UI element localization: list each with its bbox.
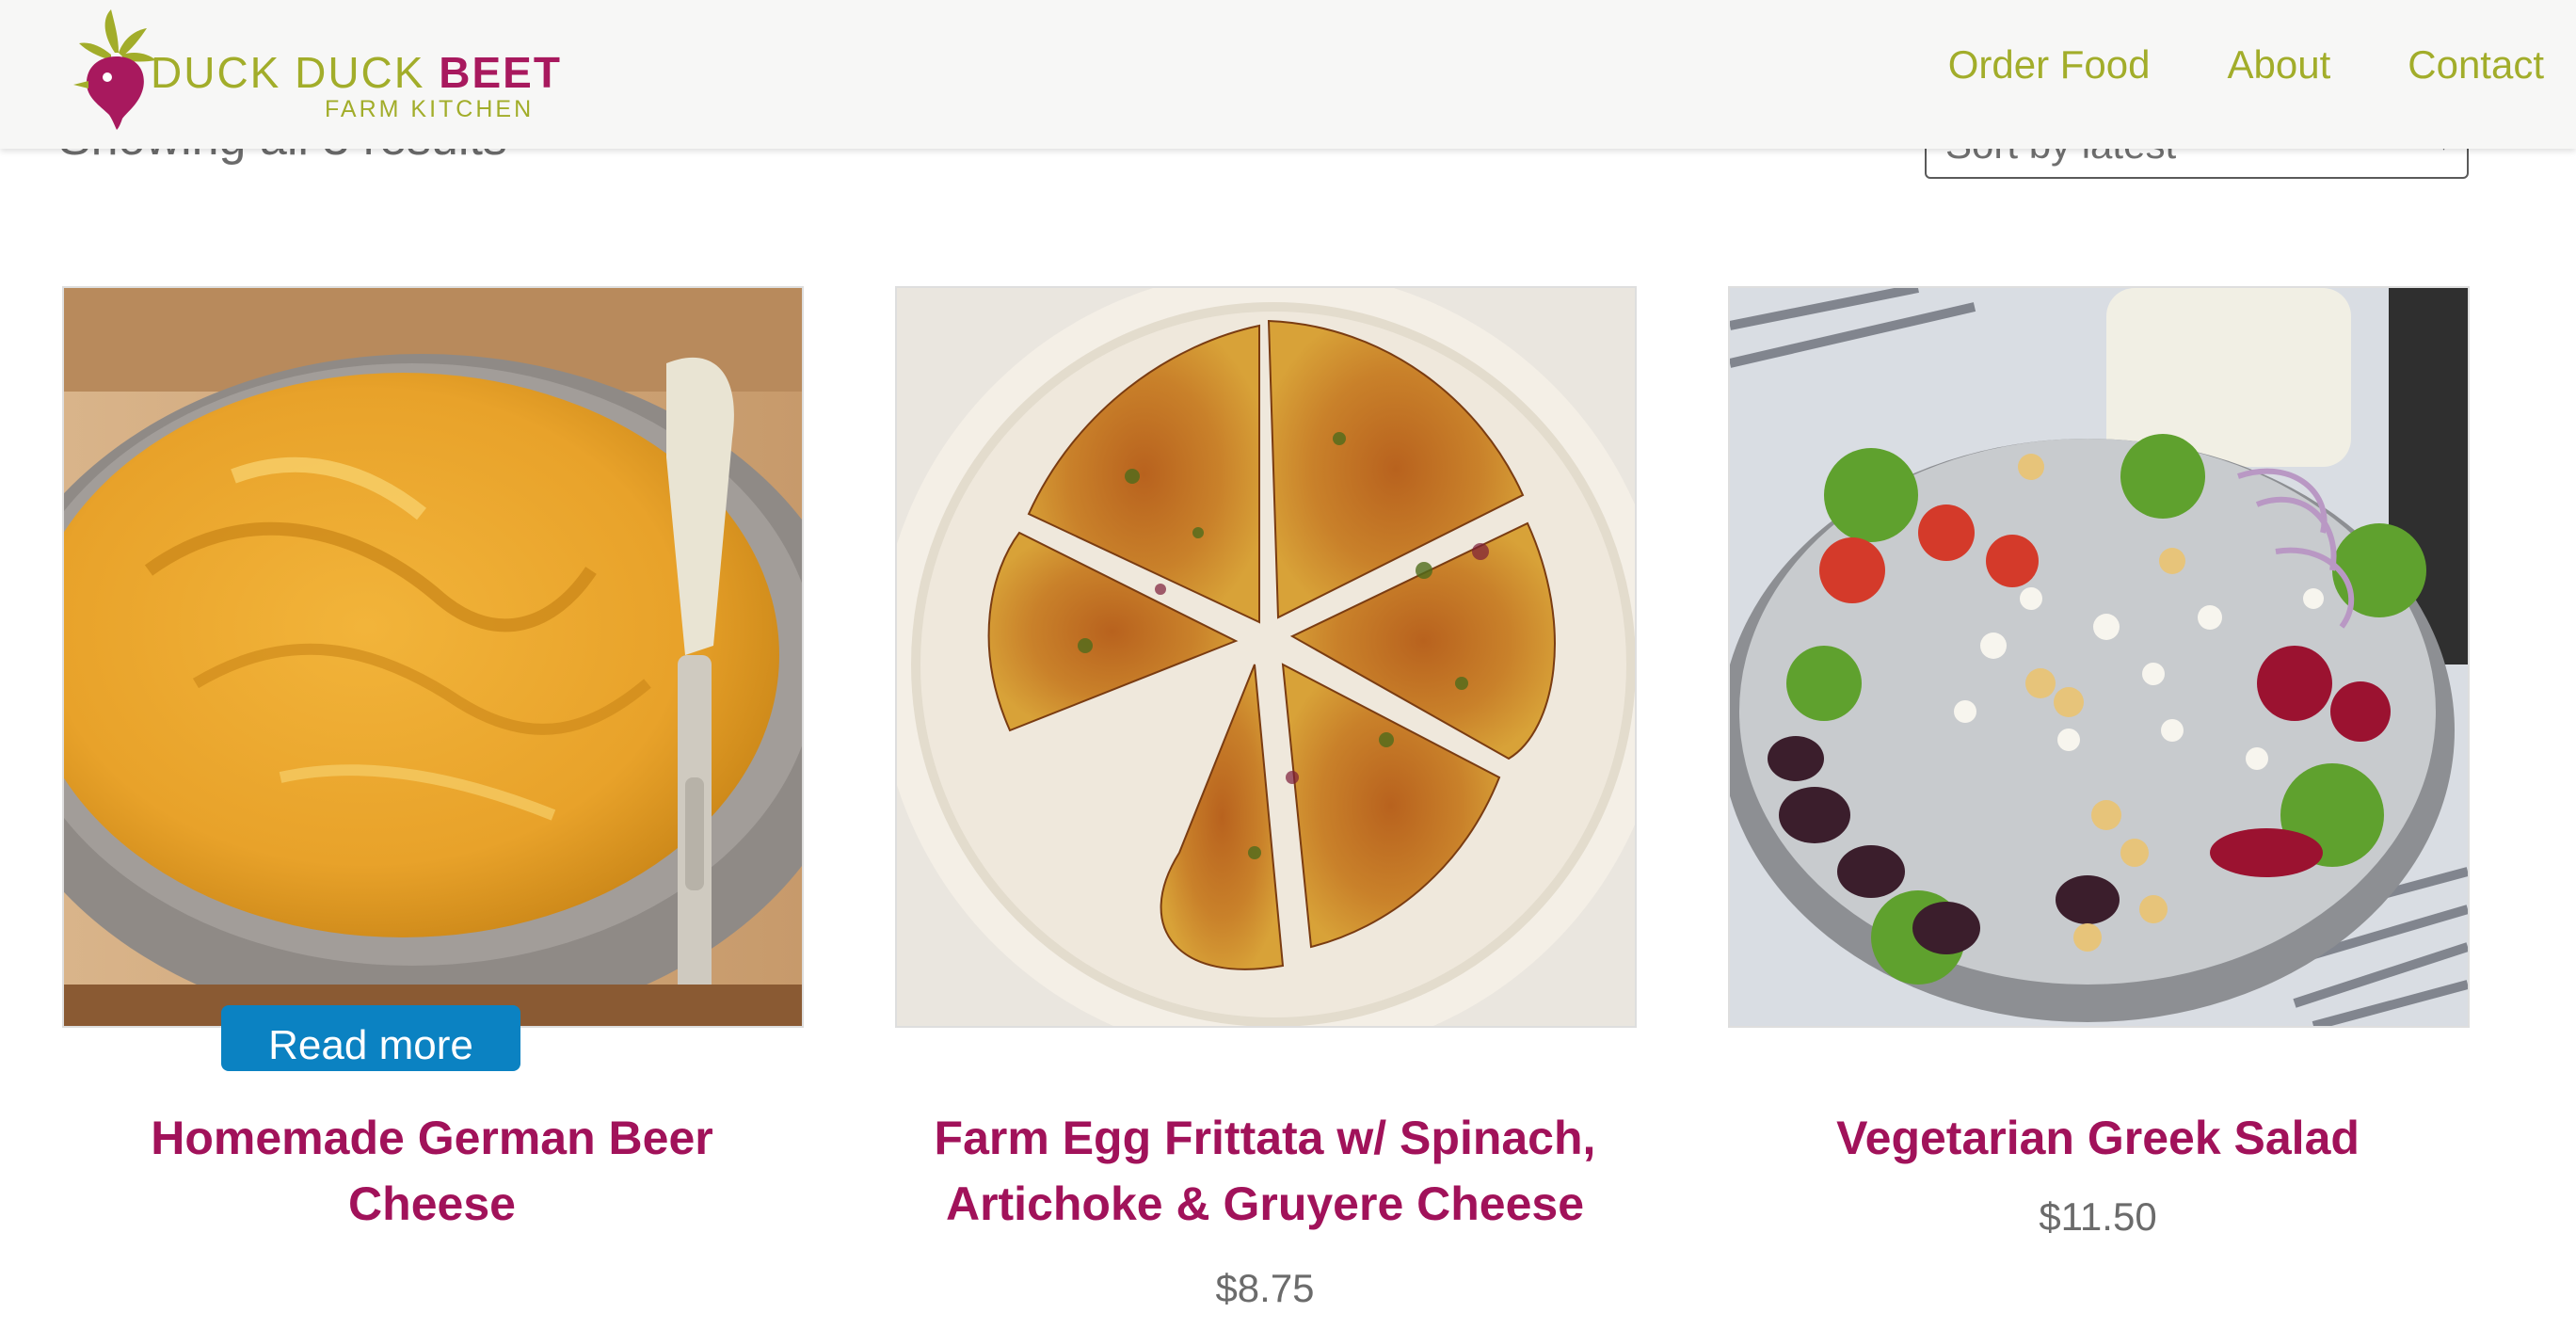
logo-subtitle: FARM KITCHEN [325, 96, 535, 122]
nav-order-food[interactable]: Order Food [1948, 42, 2151, 87]
product-image-greek-salad[interactable] [1728, 286, 2470, 1028]
product-price: $8.75 [1215, 1266, 1315, 1310]
beet-icon [73, 9, 156, 130]
site-header: DUCK DUCK BEET FARM KITCHEN Order Food A… [0, 0, 2576, 149]
page: Showing all 3 results Sort by latest ▾ D… [0, 0, 2576, 1329]
read-more-button[interactable]: Read more [221, 1005, 520, 1071]
product-card: Homemade German Beer Cheese [62, 286, 804, 1237]
nav-contact[interactable]: Contact [2408, 42, 2544, 87]
product-image-frittata[interactable] [895, 286, 1637, 1028]
site-logo[interactable]: DUCK DUCK BEET FARM KITCHEN [56, 8, 584, 130]
main-nav: Order Food About Contact [1948, 42, 2544, 87]
logo-word-bold: BEET [439, 48, 562, 97]
product-title[interactable]: Farm Egg Frittata w/ Spinach, Artichoke … [926, 1105, 1604, 1237]
product-title[interactable]: Homemade German Beer Cheese [93, 1105, 771, 1237]
logo-wordmark: DUCK DUCK BEET [151, 51, 562, 94]
product-image-beer-cheese[interactable] [62, 286, 804, 1028]
product-price: $11.50 [2039, 1194, 2157, 1239]
logo-word-light: DUCK DUCK [151, 48, 440, 97]
product-title[interactable]: Vegetarian Greek Salad [1759, 1105, 2437, 1171]
product-card: Farm Egg Frittata w/ Spinach, Artichoke … [895, 286, 1637, 1312]
product-card: Vegetarian Greek Salad $11.50 [1728, 286, 2470, 1241]
nav-about[interactable]: About [2227, 42, 2330, 87]
